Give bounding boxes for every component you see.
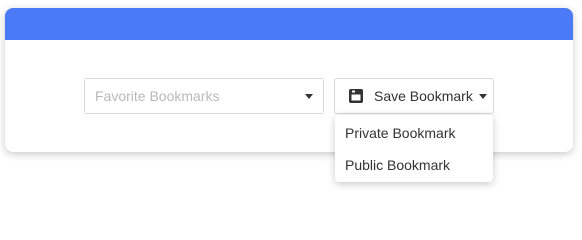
chevron-down-icon bbox=[305, 93, 313, 99]
menu-item-public-bookmark[interactable]: Public Bookmark bbox=[335, 149, 493, 181]
save-bookmark-menu: Private Bookmark Public Bookmark bbox=[335, 115, 493, 182]
save-bookmark-label: Save Bookmark bbox=[374, 88, 473, 104]
chevron-down-icon[interactable] bbox=[478, 93, 487, 99]
menu-item-private-bookmark[interactable]: Private Bookmark bbox=[335, 117, 493, 149]
card-header bbox=[5, 8, 573, 40]
save-icon bbox=[348, 88, 364, 104]
favorite-bookmarks-select[interactable]: Favorite Bookmarks bbox=[84, 78, 324, 114]
select-placeholder: Favorite Bookmarks bbox=[95, 88, 220, 104]
save-bookmark-button[interactable]: Save Bookmark bbox=[334, 78, 494, 114]
